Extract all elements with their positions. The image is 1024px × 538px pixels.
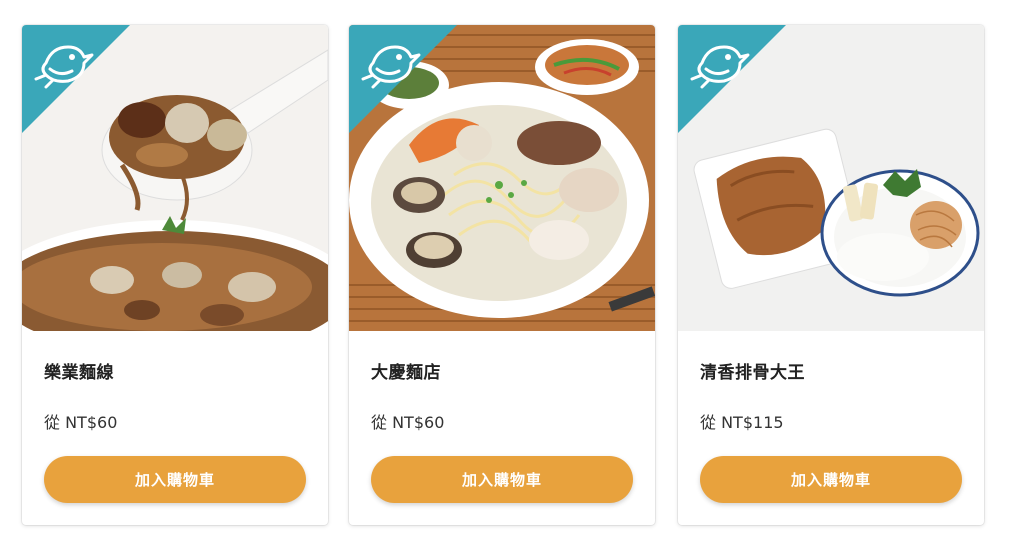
bird-icon xyxy=(678,25,786,133)
add-to-cart-button[interactable]: 加入購物車 xyxy=(44,456,306,503)
product-price: 從 NT$115 xyxy=(700,413,784,432)
add-to-cart-button[interactable]: 加入購物車 xyxy=(371,456,633,503)
product-card[interactable]: 樂業麵線 從 NT$60 加入購物車 xyxy=(22,25,328,525)
product-price: 從 NT$60 xyxy=(371,413,445,432)
brand-badge xyxy=(349,25,457,133)
product-price: 從 NT$60 xyxy=(44,413,118,432)
product-grid: 樂業麵線 從 NT$60 加入購物車 大慶麵店 從 NT$60 加入購物車 清香… xyxy=(0,0,1024,538)
product-name[interactable]: 樂業麵線 xyxy=(44,358,114,383)
brand-badge xyxy=(22,25,130,133)
product-name[interactable]: 清香排骨大王 xyxy=(700,358,805,383)
product-card[interactable]: 清香排骨大王 從 NT$115 加入購物車 xyxy=(678,25,984,525)
brand-badge xyxy=(678,25,786,133)
bird-icon xyxy=(349,25,457,133)
bird-icon xyxy=(22,25,130,133)
product-name[interactable]: 大慶麵店 xyxy=(371,358,441,383)
product-card[interactable]: 大慶麵店 從 NT$60 加入購物車 xyxy=(349,25,655,525)
add-to-cart-button[interactable]: 加入購物車 xyxy=(700,456,962,503)
